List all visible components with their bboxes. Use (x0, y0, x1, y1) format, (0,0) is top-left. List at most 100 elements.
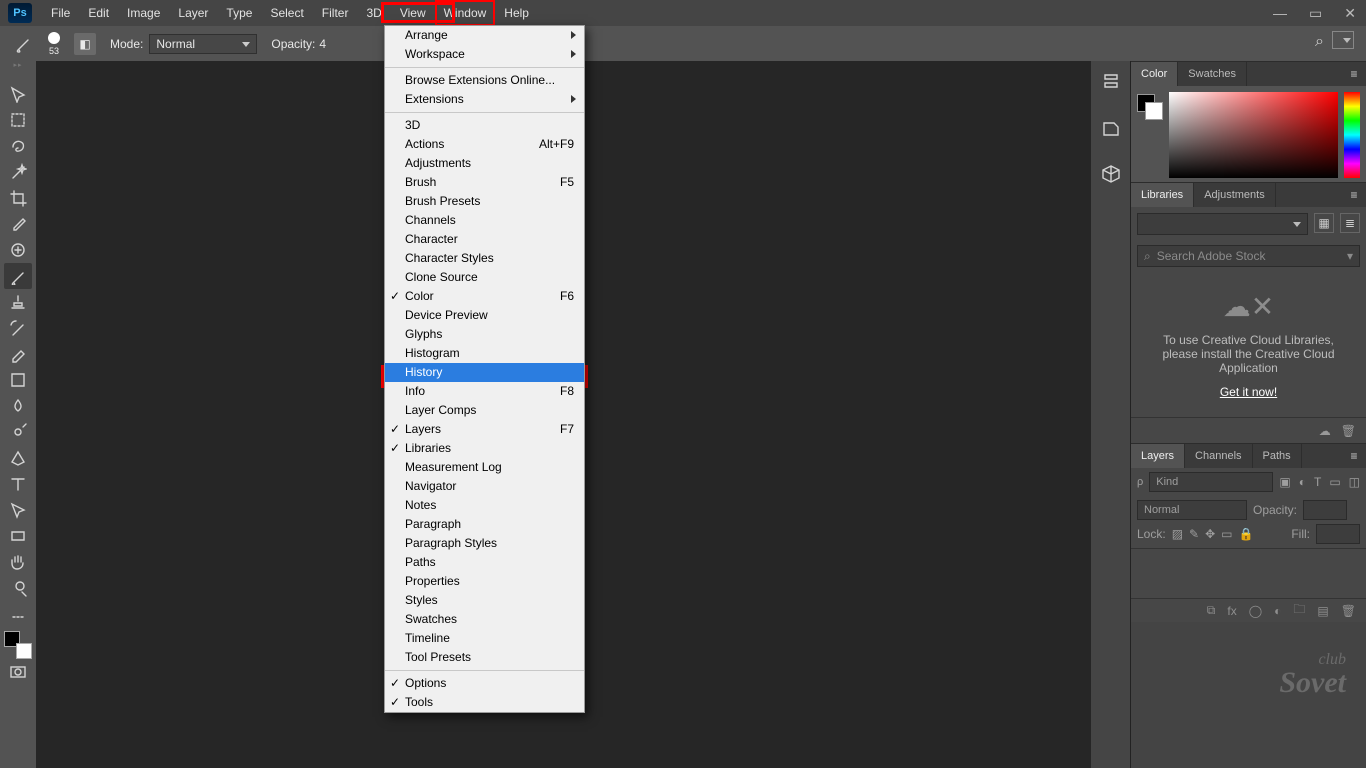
list-view-icon[interactable]: ≣ (1340, 213, 1360, 233)
brush-panel-toggle-icon[interactable]: ◧ (74, 33, 96, 55)
quickmask-toggle[interactable] (4, 659, 32, 685)
filter-pixel-icon[interactable]: ▣ (1279, 475, 1290, 489)
tab-libraries[interactable]: Libraries (1131, 183, 1194, 207)
menu-layer[interactable]: Layer (169, 0, 217, 26)
menuitem-properties[interactable]: Properties (385, 572, 584, 591)
menuitem-layers[interactable]: ✓LayersF7 (385, 420, 584, 439)
properties-dock-icon[interactable] (1099, 117, 1123, 141)
rectangle-tool[interactable] (4, 523, 32, 549)
menuitem-histogram[interactable]: Histogram (385, 344, 584, 363)
magic-wand-tool[interactable] (4, 159, 32, 185)
eyedropper-tool[interactable] (4, 211, 32, 237)
lock-paint-icon[interactable]: ✎ (1189, 527, 1199, 541)
panel-menu-icon[interactable]: ≡ (1342, 183, 1366, 207)
filter-adjust-icon[interactable]: ◐ (1299, 475, 1306, 489)
adjustment-layer-icon[interactable]: ◐ (1274, 604, 1281, 618)
fgbg-swatch[interactable] (1137, 94, 1163, 120)
hue-slider[interactable] (1344, 92, 1360, 178)
menuitem-character[interactable]: Character (385, 230, 584, 249)
menuitem-browse-extensions-online-[interactable]: Browse Extensions Online... (385, 71, 584, 90)
more-tool[interactable] (4, 601, 32, 627)
link-layers-icon[interactable]: ⧉ (1207, 603, 1216, 618)
menuitem-layer-comps[interactable]: Layer Comps (385, 401, 584, 420)
brush-tool-icon[interactable] (14, 34, 34, 54)
menu-select[interactable]: Select (261, 0, 312, 26)
menuitem-adjustments[interactable]: Adjustments (385, 154, 584, 173)
tab-channels[interactable]: Channels (1185, 444, 1252, 468)
lock-transparent-icon[interactable]: ▨ (1172, 527, 1183, 541)
brush-tool[interactable] (4, 263, 32, 289)
menuitem-libraries[interactable]: ✓Libraries (385, 439, 584, 458)
menuitem-extensions[interactable]: Extensions (385, 90, 584, 109)
menuitem-history[interactable]: History (385, 363, 584, 382)
3d-dock-icon[interactable] (1099, 163, 1123, 187)
tab-swatches[interactable]: Swatches (1178, 62, 1247, 86)
workspace-switcher[interactable] (1332, 31, 1354, 49)
menuitem-actions[interactable]: ActionsAlt+F9 (385, 135, 584, 154)
menuitem-brush[interactable]: BrushF5 (385, 173, 584, 192)
menuitem-color[interactable]: ✓ColorF6 (385, 287, 584, 306)
tab-adjustments[interactable]: Adjustments (1194, 183, 1276, 207)
get-it-now-link[interactable]: Get it now! (1220, 385, 1277, 399)
new-layer-icon[interactable]: ▤ (1317, 604, 1328, 618)
layer-fx-icon[interactable]: fx (1227, 604, 1236, 618)
layer-fill-input[interactable] (1316, 524, 1360, 544)
eraser-tool[interactable] (4, 341, 32, 367)
lasso-tool[interactable] (4, 133, 32, 159)
brush-preview-icon[interactable] (48, 32, 60, 44)
menuitem-paragraph-styles[interactable]: Paragraph Styles (385, 534, 584, 553)
color-field[interactable] (1169, 92, 1338, 178)
trash-icon[interactable]: 🗑 (1341, 604, 1356, 618)
library-select[interactable] (1137, 213, 1308, 235)
menu-3d[interactable]: 3D (357, 0, 390, 26)
menu-view[interactable]: View (391, 0, 435, 26)
menuitem-character-styles[interactable]: Character Styles (385, 249, 584, 268)
menuitem-timeline[interactable]: Timeline (385, 629, 584, 648)
menuitem-3d[interactable]: 3D (385, 116, 584, 135)
trash-icon[interactable]: 🗑 (1341, 424, 1356, 438)
tab-paths[interactable]: Paths (1253, 444, 1302, 468)
blend-mode-select[interactable]: Normal (1137, 500, 1247, 520)
move-tool[interactable] (4, 81, 32, 107)
blend-mode-select[interactable]: Normal (149, 34, 257, 54)
menu-filter[interactable]: Filter (313, 0, 358, 26)
panel-menu-icon[interactable]: ≡ (1342, 444, 1366, 468)
pen-tool[interactable] (4, 445, 32, 471)
type-tool[interactable] (4, 471, 32, 497)
group-icon[interactable]: 🗀 (1293, 600, 1305, 621)
marquee-tool[interactable] (4, 107, 32, 133)
menuitem-channels[interactable]: Channels (385, 211, 584, 230)
menuitem-device-preview[interactable]: Device Preview (385, 306, 584, 325)
menuitem-styles[interactable]: Styles (385, 591, 584, 610)
menuitem-info[interactable]: InfoF8 (385, 382, 584, 401)
blur-tool[interactable] (4, 393, 32, 419)
menuitem-paths[interactable]: Paths (385, 553, 584, 572)
menuitem-clone-source[interactable]: Clone Source (385, 268, 584, 287)
close-icon[interactable]: ✕ (1344, 5, 1356, 22)
stamp-tool[interactable] (4, 289, 32, 315)
grid-view-icon[interactable]: ▦ (1314, 213, 1334, 233)
menu-image[interactable]: Image (118, 0, 169, 26)
search-icon[interactable]: ⌕ (1315, 33, 1324, 51)
hand-tool[interactable] (4, 549, 32, 575)
history-brush-tool[interactable] (4, 315, 32, 341)
menu-type[interactable]: Type (217, 0, 261, 26)
menu-file[interactable]: File (42, 0, 79, 26)
lock-artboard-icon[interactable]: ▭ (1221, 527, 1232, 541)
menuitem-arrange[interactable]: Arrange (385, 26, 584, 45)
menu-edit[interactable]: Edit (79, 0, 118, 26)
minimize-icon[interactable]: — (1273, 5, 1287, 21)
zoom-tool[interactable] (4, 575, 32, 601)
tab-color[interactable]: Color (1131, 62, 1178, 86)
spot-heal-tool[interactable] (4, 237, 32, 263)
chevron-down-icon[interactable]: ▾ (1347, 249, 1353, 263)
cloud-sync-icon[interactable]: ☁ (1319, 424, 1331, 438)
fgbg-colors[interactable] (4, 631, 32, 659)
menuitem-options[interactable]: ✓Options (385, 674, 584, 693)
menuitem-workspace[interactable]: Workspace (385, 45, 584, 64)
filter-type-icon[interactable]: T (1314, 475, 1321, 489)
menuitem-measurement-log[interactable]: Measurement Log (385, 458, 584, 477)
restore-icon[interactable]: ▭ (1309, 5, 1322, 22)
panel-menu-icon[interactable]: ≡ (1342, 62, 1366, 86)
panel-grip[interactable]: ▸▸ (0, 61, 36, 69)
